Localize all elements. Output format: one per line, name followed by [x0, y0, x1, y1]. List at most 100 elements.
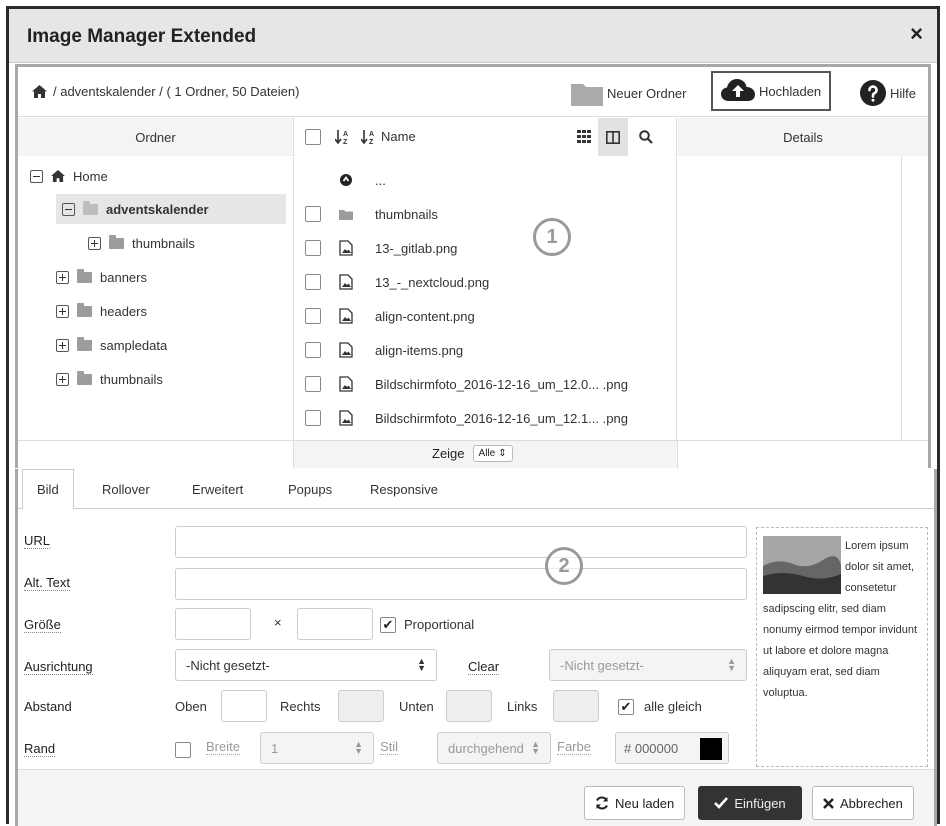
- tab-responsive[interactable]: Responsive: [370, 469, 438, 509]
- border-checkbox[interactable]: [175, 742, 191, 758]
- size-times: ×: [274, 615, 282, 630]
- file-checkbox[interactable]: [305, 274, 321, 290]
- tree-item-thumbnails-sub[interactable]: thumbnails: [88, 228, 286, 258]
- left-input[interactable]: [553, 690, 599, 722]
- select-all-checkbox[interactable]: [305, 129, 321, 145]
- file-row[interactable]: thumbnails: [295, 197, 677, 231]
- collapse-icon[interactable]: [30, 169, 43, 183]
- height-input[interactable]: [297, 608, 373, 640]
- image-file-icon: [339, 342, 353, 358]
- tree-item-headers[interactable]: headers: [56, 296, 286, 326]
- align-select[interactable]: -Nicht gesetzt- ▲ ▼: [175, 649, 437, 681]
- file-row[interactable]: Bildschirmfoto_2016-12-16_um_12.0... .pn…: [295, 367, 677, 401]
- spacing-label: Abstand: [24, 699, 72, 714]
- select-arrows-icon: ▲ ▼: [727, 656, 736, 673]
- tab-popups[interactable]: Popups: [288, 469, 332, 509]
- all-equal-label: alle gleich: [644, 699, 702, 714]
- search-icon[interactable]: [639, 130, 653, 144]
- home-icon[interactable]: [32, 85, 47, 98]
- tab-bild[interactable]: Bild: [22, 469, 74, 510]
- expand-icon[interactable]: [56, 338, 69, 352]
- expand-icon[interactable]: [56, 372, 69, 386]
- browser-toolbar: / adventskalender / ( 1 Ordner, 50 Datei…: [18, 67, 928, 117]
- file-checkbox[interactable]: [305, 206, 321, 222]
- all-equal-checkbox[interactable]: ✔: [618, 699, 634, 715]
- bottom-input[interactable]: [446, 690, 492, 722]
- file-name: Bildschirmfoto_2016-12-16_um_12.0... .pn…: [375, 376, 628, 392]
- tree-item-sampledata[interactable]: sampledata: [56, 330, 286, 360]
- border-width-select[interactable]: 1 ▲ ▼: [260, 732, 374, 764]
- grid-view-icon[interactable]: [577, 130, 591, 143]
- file-row[interactable]: Bildschirmfoto_2016-12-16_um_12.1... .pn…: [295, 401, 677, 435]
- name-column-label[interactable]: Name: [381, 129, 416, 144]
- reload-button[interactable]: Neu laden: [584, 786, 686, 820]
- select-arrows-icon: ▲ ▼: [531, 739, 540, 756]
- upload-label: Hochladen: [759, 83, 822, 99]
- folders-column-header: Ordner: [18, 118, 294, 156]
- tree-item-label: thumbnails: [100, 371, 163, 387]
- image-file-icon: [339, 308, 353, 324]
- clear-select[interactable]: -Nicht gesetzt- ▲ ▼: [549, 649, 747, 681]
- tab-erweitert[interactable]: Erweitert: [192, 469, 243, 509]
- breadcrumb: / adventskalender / ( 1 Ordner, 50 Datei…: [32, 84, 299, 99]
- tree-item-thumbnails[interactable]: thumbnails: [56, 364, 286, 394]
- folder-icon: [109, 234, 124, 249]
- breadcrumb-path[interactable]: / adventskalender / ( 1 Ordner, 50 Datei…: [53, 84, 299, 99]
- border-style-value: durchgehend: [448, 740, 524, 756]
- image-file-icon: [339, 274, 353, 290]
- clear-value: -Nicht gesetzt-: [560, 657, 644, 673]
- upload-button[interactable]: Hochladen: [711, 71, 832, 111]
- insert-button[interactable]: Einfügen: [698, 786, 802, 820]
- marker-two: 2: [545, 547, 583, 585]
- folder-icon: [77, 302, 92, 317]
- file-row-parent[interactable]: ...: [295, 163, 677, 197]
- tree-item-banners[interactable]: banners: [56, 262, 286, 292]
- right-input[interactable]: [338, 690, 384, 722]
- cancel-button[interactable]: Abbrechen: [812, 786, 914, 820]
- color-swatch[interactable]: [700, 738, 722, 760]
- url-input[interactable]: [175, 526, 747, 558]
- show-value: Alle: [478, 448, 496, 459]
- details-panel: [678, 157, 902, 440]
- file-row[interactable]: align-items.png: [295, 333, 677, 367]
- sort-icon[interactable]: AZ: [335, 129, 351, 145]
- new-folder-button[interactable]: Neuer Ordner: [571, 79, 686, 107]
- tree-item-label: adventskalender: [106, 201, 209, 217]
- proportional-checkbox[interactable]: ✔: [380, 617, 396, 633]
- top-label: Oben: [175, 699, 207, 714]
- insert-label: Einfügen: [734, 795, 786, 811]
- top-input[interactable]: [221, 690, 267, 722]
- collapse-icon[interactable]: [62, 202, 75, 216]
- file-checkbox[interactable]: [305, 342, 321, 358]
- file-row[interactable]: align-content.png: [295, 299, 677, 333]
- alt-text-input[interactable]: [175, 568, 747, 600]
- tree-item-adventskalender[interactable]: adventskalender: [56, 194, 286, 224]
- svg-text:Z: Z: [343, 139, 348, 145]
- tab-rollover[interactable]: Rollover: [102, 469, 150, 509]
- align-value: -Nicht gesetzt-: [186, 657, 270, 673]
- folder-open-icon: [83, 200, 98, 215]
- border-style-select[interactable]: durchgehend ▲ ▼: [437, 732, 551, 764]
- border-color-input[interactable]: # 000000: [615, 732, 729, 764]
- expand-icon[interactable]: [88, 236, 101, 250]
- list-footer: Zeige Alle ⇕: [18, 440, 928, 469]
- folder-icon: [339, 210, 353, 220]
- close-icon[interactable]: ×: [910, 23, 923, 45]
- expand-icon[interactable]: [56, 304, 69, 318]
- alt-text-label: Alt. Text: [24, 575, 71, 591]
- folder-icon: [77, 336, 92, 351]
- details-view-button[interactable]: [598, 118, 628, 156]
- width-input[interactable]: [175, 608, 251, 640]
- tree-item-home[interactable]: Home: [30, 161, 286, 191]
- help-button[interactable]: Hilfe: [860, 79, 916, 107]
- file-checkbox[interactable]: [305, 308, 321, 324]
- expand-icon[interactable]: [56, 270, 69, 284]
- sort-by-name-icon[interactable]: AZ: [361, 129, 377, 145]
- file-row[interactable]: 13-_gitlab.png: [295, 231, 677, 265]
- file-checkbox[interactable]: [305, 410, 321, 426]
- file-row[interactable]: 13_-_nextcloud.png: [295, 265, 677, 299]
- file-checkbox[interactable]: [305, 240, 321, 256]
- show-select[interactable]: Alle ⇕: [472, 445, 513, 462]
- select-arrows-icon: ⇕: [498, 448, 507, 459]
- file-checkbox[interactable]: [305, 376, 321, 392]
